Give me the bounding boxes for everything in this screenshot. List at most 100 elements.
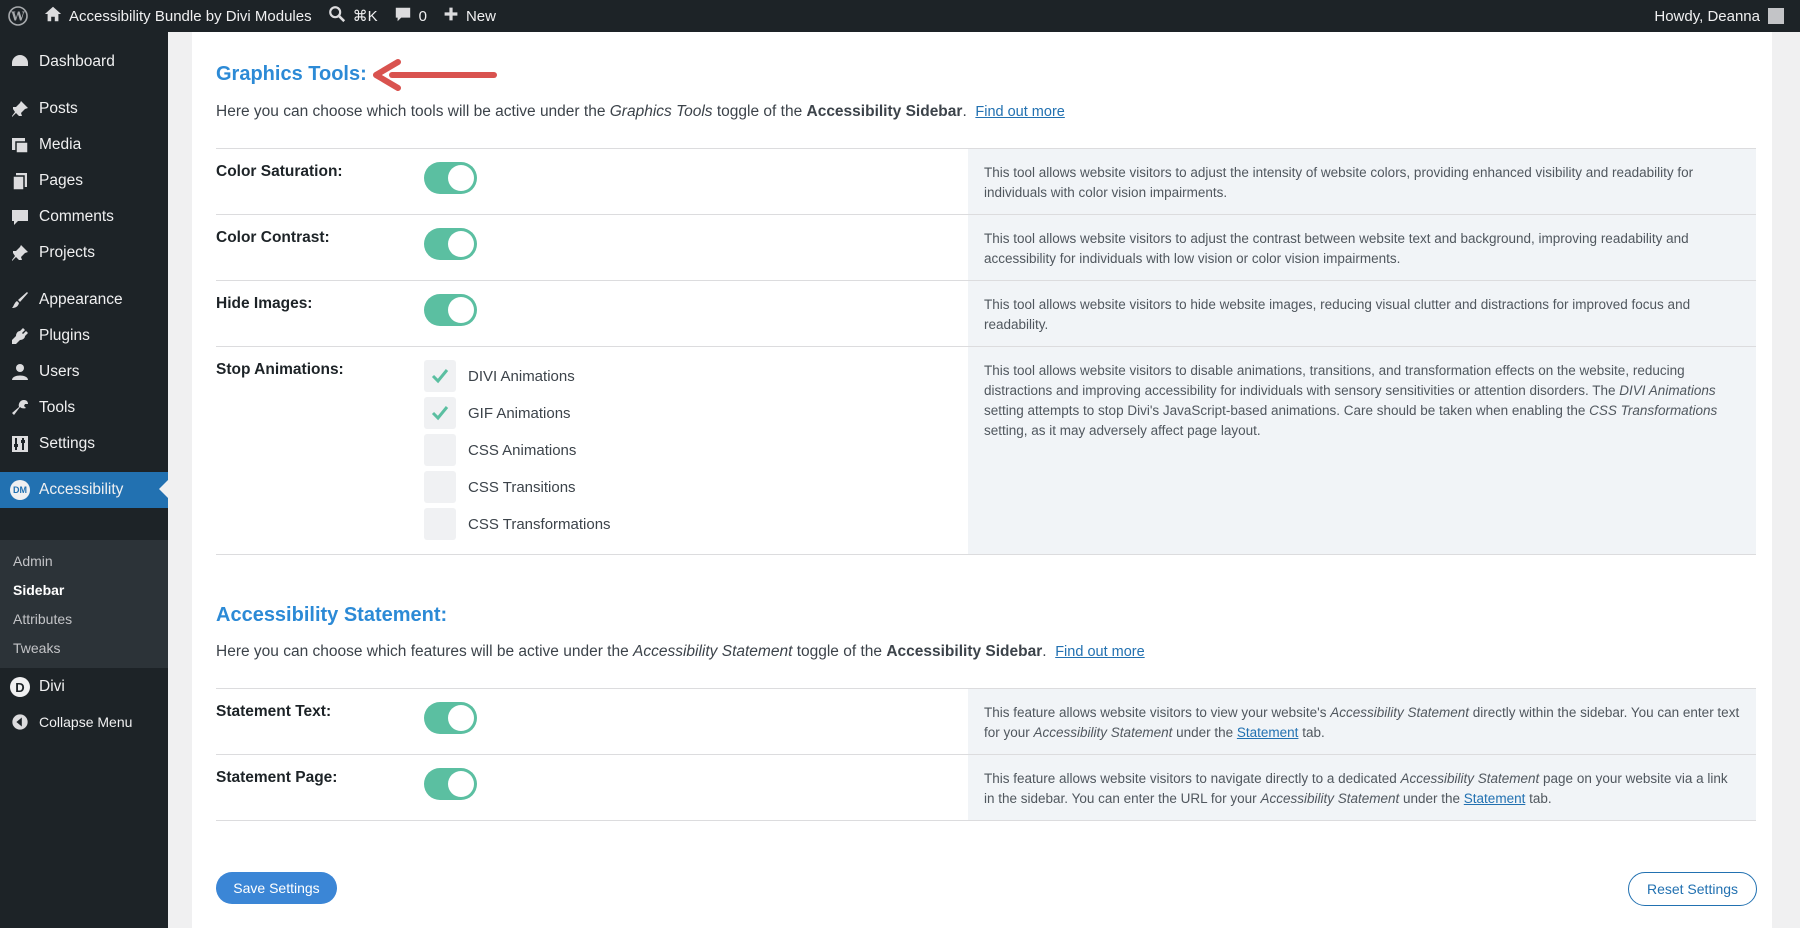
css-animations-option[interactable]: CSS Animations	[424, 434, 576, 466]
desc-emphasis: Accessibility Statement	[1260, 791, 1400, 806]
pin-icon	[10, 243, 30, 263]
menu-label: Plugins	[39, 327, 90, 344]
current-menu-arrow	[159, 480, 168, 498]
submenu-attributes[interactable]: Attributes	[13, 611, 72, 627]
statement-tab-link[interactable]: Statement	[1237, 725, 1299, 740]
search-icon	[328, 5, 346, 27]
menu-label: Appearance	[39, 291, 123, 308]
divi-badge: D	[10, 677, 30, 697]
menu-divi[interactable]: D Divi	[0, 670, 168, 704]
accessibility-submenu: Admin Sidebar Attributes Tweaks	[0, 540, 168, 668]
css-transformations-option[interactable]: CSS Transformations	[424, 508, 611, 540]
toggle-knob	[448, 705, 474, 731]
statement-text-toggle[interactable]	[424, 702, 477, 734]
admin-bar: W Accessibility Bundle by Divi Modules ⌘…	[0, 0, 1800, 32]
comments-button[interactable]: 0	[386, 0, 435, 32]
gif-animations-option[interactable]: GIF Animations	[424, 397, 571, 429]
menu-posts[interactable]: Posts	[0, 92, 168, 126]
hide-images-label: Hide Images:	[216, 295, 313, 312]
wordpress-logo-icon[interactable]: W	[0, 0, 36, 32]
divider	[216, 820, 1756, 821]
menu-dashboard[interactable]: Dashboard	[0, 45, 168, 79]
desc-text: under the	[1399, 791, 1464, 806]
admin-sidebar: Dashboard Posts Media Pages Comments Pro…	[0, 32, 168, 928]
dashboard-icon	[10, 52, 30, 72]
accessibility-statement-title: Accessibility Statement:	[216, 604, 448, 626]
submenu-tweaks[interactable]: Tweaks	[13, 640, 60, 656]
css-transitions-checkbox[interactable]	[424, 471, 456, 503]
menu-plugins[interactable]: Plugins	[0, 319, 168, 353]
new-content-button[interactable]: New	[435, 0, 504, 32]
dm-logo-icon: DM	[10, 480, 30, 500]
desc-emphasis: Accessibility Statement	[1400, 771, 1540, 786]
desc-bold: Accessibility Sidebar	[806, 103, 963, 120]
my-account-link[interactable]: Howdy, Deanna	[1646, 0, 1792, 32]
toggle-knob	[448, 231, 474, 257]
statement-tab-link[interactable]: Statement	[1464, 791, 1526, 806]
comment-icon	[394, 5, 412, 27]
divider	[216, 554, 1756, 555]
search-shortcut: ⌘K	[352, 8, 378, 25]
desc-emphasis: Accessibility Statement	[633, 643, 793, 660]
option-label: CSS Transformations	[468, 515, 611, 533]
divi-animations-checkbox[interactable]	[424, 360, 456, 392]
submenu-admin[interactable]: Admin	[13, 553, 53, 569]
desc-text: setting attempts to stop Divi's JavaScri…	[984, 403, 1590, 418]
graphics-tools-description: Here you can choose which tools will be …	[216, 103, 1065, 121]
menu-tools[interactable]: Tools	[0, 391, 168, 425]
brush-icon	[10, 290, 30, 310]
css-transitions-option[interactable]: CSS Transitions	[424, 471, 576, 503]
menu-label: Media	[39, 136, 82, 153]
gif-animations-checkbox[interactable]	[424, 397, 456, 429]
greeting: Howdy, Deanna	[1654, 7, 1760, 25]
desc-text: toggle of the	[712, 103, 807, 120]
dm-badge: DM	[10, 480, 30, 500]
hide-images-toggle[interactable]	[424, 294, 477, 326]
accessibility-statement-description: Here you can choose which features will …	[216, 643, 1145, 661]
css-animations-checkbox[interactable]	[424, 434, 456, 466]
css-transformations-checkbox[interactable]	[424, 508, 456, 540]
desc-emphasis: DIVI Animations	[1619, 383, 1716, 398]
color-contrast-description: This tool allows website visitors to adj…	[968, 215, 1756, 280]
menu-settings[interactable]: Settings	[0, 427, 168, 461]
find-out-more-link[interactable]: Find out more	[1055, 644, 1144, 660]
desc-text: Here you can choose which features will …	[216, 643, 634, 660]
menu-comments[interactable]: Comments	[0, 200, 168, 234]
menu-appearance[interactable]: Appearance	[0, 283, 168, 317]
checkmark-icon	[431, 406, 449, 421]
submenu-sidebar[interactable]: Sidebar	[13, 582, 64, 598]
menu-projects[interactable]: Projects	[0, 236, 168, 270]
pages-icon	[10, 171, 30, 191]
search-button[interactable]: ⌘K	[320, 0, 386, 32]
menu-media[interactable]: Media	[0, 128, 168, 162]
red-arrow-annotation	[373, 59, 497, 91]
statement-page-label: Statement Page:	[216, 769, 338, 786]
wrench-icon	[10, 398, 30, 418]
color-contrast-toggle[interactable]	[424, 228, 477, 260]
color-saturation-toggle[interactable]	[424, 162, 477, 194]
menu-label: Comments	[39, 208, 114, 225]
desc-emphasis: Accessibility Statement	[1033, 725, 1173, 740]
menu-accessibility[interactable]: DM Accessibility	[0, 472, 168, 508]
statement-page-toggle[interactable]	[424, 768, 477, 800]
find-out-more-link[interactable]: Find out more	[975, 104, 1064, 120]
toggle-knob	[448, 771, 474, 797]
divi-animations-option[interactable]: DIVI Animations	[424, 360, 575, 392]
desc-emphasis: Accessibility Statement	[1330, 705, 1470, 720]
pin-icon	[10, 99, 30, 119]
desc-text: tab.	[1525, 791, 1552, 806]
option-label: CSS Animations	[468, 441, 577, 459]
menu-pages[interactable]: Pages	[0, 164, 168, 198]
reset-settings-button[interactable]: Reset Settings	[1628, 872, 1757, 906]
hide-images-description: This tool allows website visitors to hid…	[968, 281, 1756, 346]
menu-label: Divi	[39, 678, 65, 695]
menu-label: Tools	[39, 399, 76, 416]
new-label: New	[465, 7, 496, 25]
avatar	[1768, 8, 1784, 24]
home-icon	[44, 5, 62, 27]
desc-text: setting, as it may adversely affect page…	[984, 423, 1261, 438]
collapse-menu-button[interactable]: Collapse Menu	[0, 705, 168, 739]
menu-users[interactable]: Users	[0, 355, 168, 389]
save-settings-button[interactable]: Save Settings	[216, 872, 337, 904]
site-name-link[interactable]: Accessibility Bundle by Divi Modules	[36, 0, 320, 32]
